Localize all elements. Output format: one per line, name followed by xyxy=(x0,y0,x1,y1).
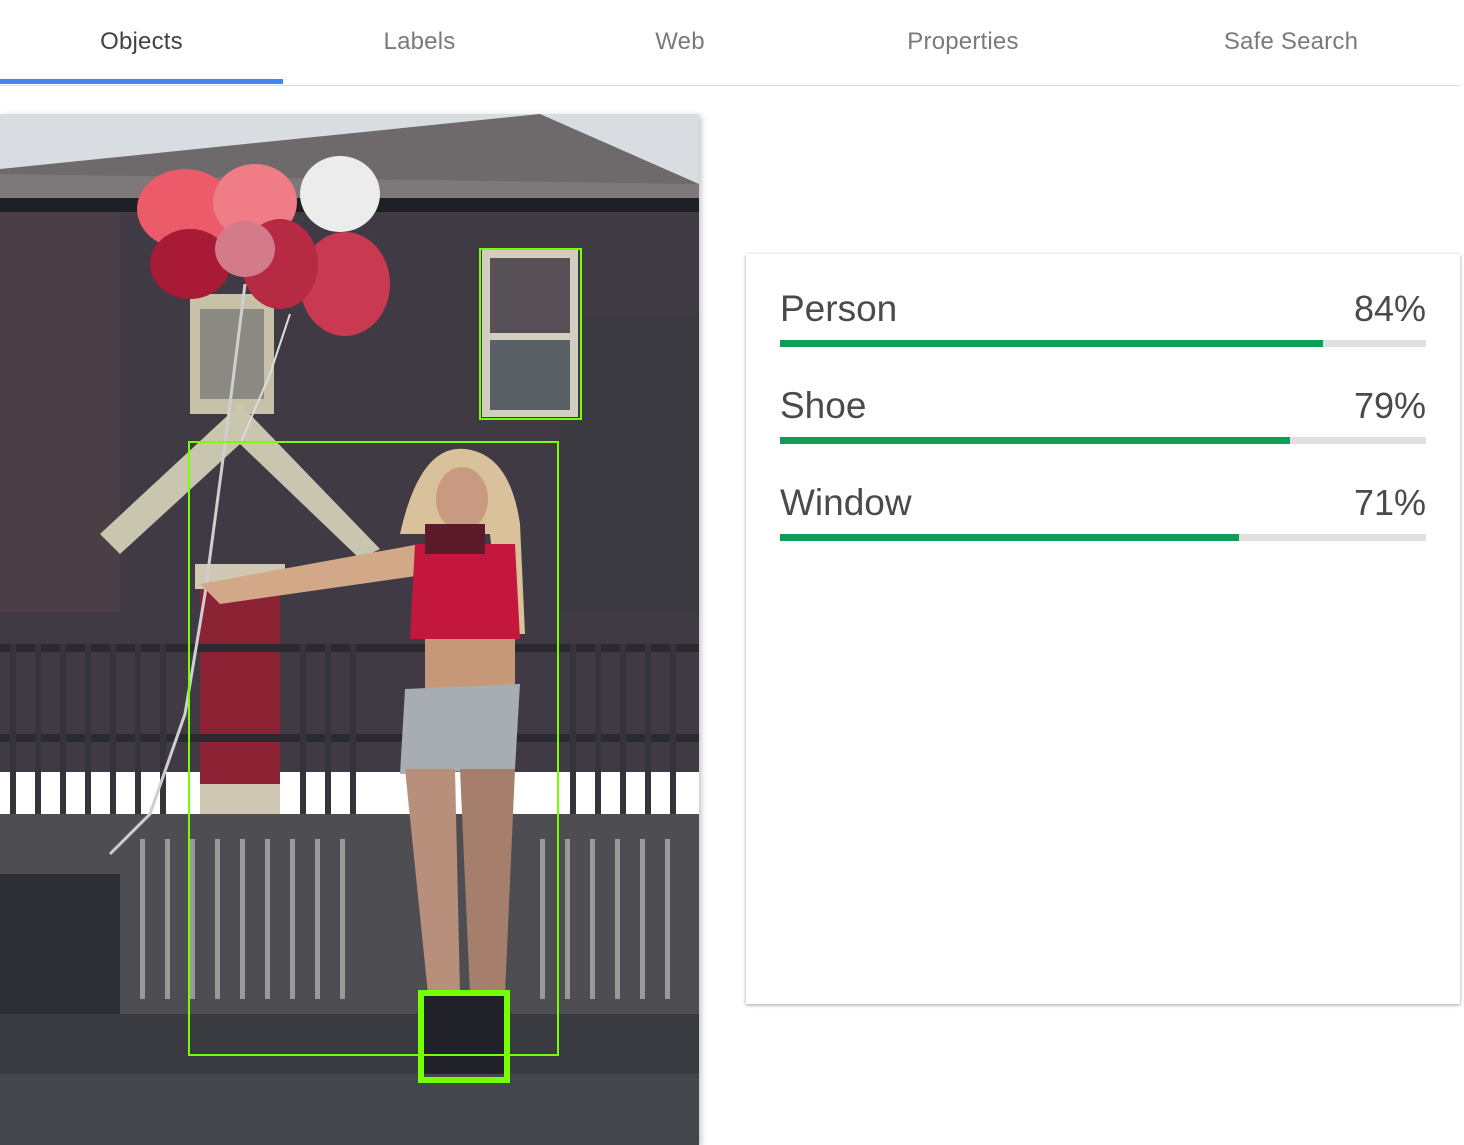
result-label: Window xyxy=(780,482,912,523)
score-bar-fill xyxy=(780,534,1239,541)
score-bar-fill xyxy=(780,340,1323,347)
tab-properties[interactable]: Properties xyxy=(804,0,1122,84)
objects-results-card: Person 84% Shoe 79% Window 71% xyxy=(746,254,1460,1004)
result-score: 84% xyxy=(1353,288,1426,329)
result-shoe[interactable]: Shoe 79% xyxy=(780,351,1426,444)
analyzed-photo xyxy=(0,114,699,1145)
score-bar-track xyxy=(780,534,1426,541)
result-person[interactable]: Person 84% xyxy=(780,254,1426,347)
active-tab-indicator xyxy=(0,79,283,84)
bbox-shoe[interactable] xyxy=(418,990,510,1083)
bbox-window[interactable] xyxy=(479,248,582,420)
tab-bar: Objects Labels Web Properties Safe Searc… xyxy=(0,0,1460,86)
tab-objects[interactable]: Objects xyxy=(0,0,283,84)
score-bar-track xyxy=(780,340,1426,347)
tab-web[interactable]: Web xyxy=(556,0,804,84)
result-label: Person xyxy=(780,288,898,329)
result-window[interactable]: Window 71% xyxy=(780,448,1426,541)
result-score: 79% xyxy=(1353,385,1426,426)
tab-labels[interactable]: Labels xyxy=(283,0,556,84)
result-score: 71% xyxy=(1353,482,1426,523)
bbox-person[interactable] xyxy=(188,441,559,1056)
result-label: Shoe xyxy=(780,385,867,426)
score-bar-fill xyxy=(780,437,1291,444)
score-bar-track xyxy=(780,437,1426,444)
tab-safe-search[interactable]: Safe Search xyxy=(1122,0,1460,84)
